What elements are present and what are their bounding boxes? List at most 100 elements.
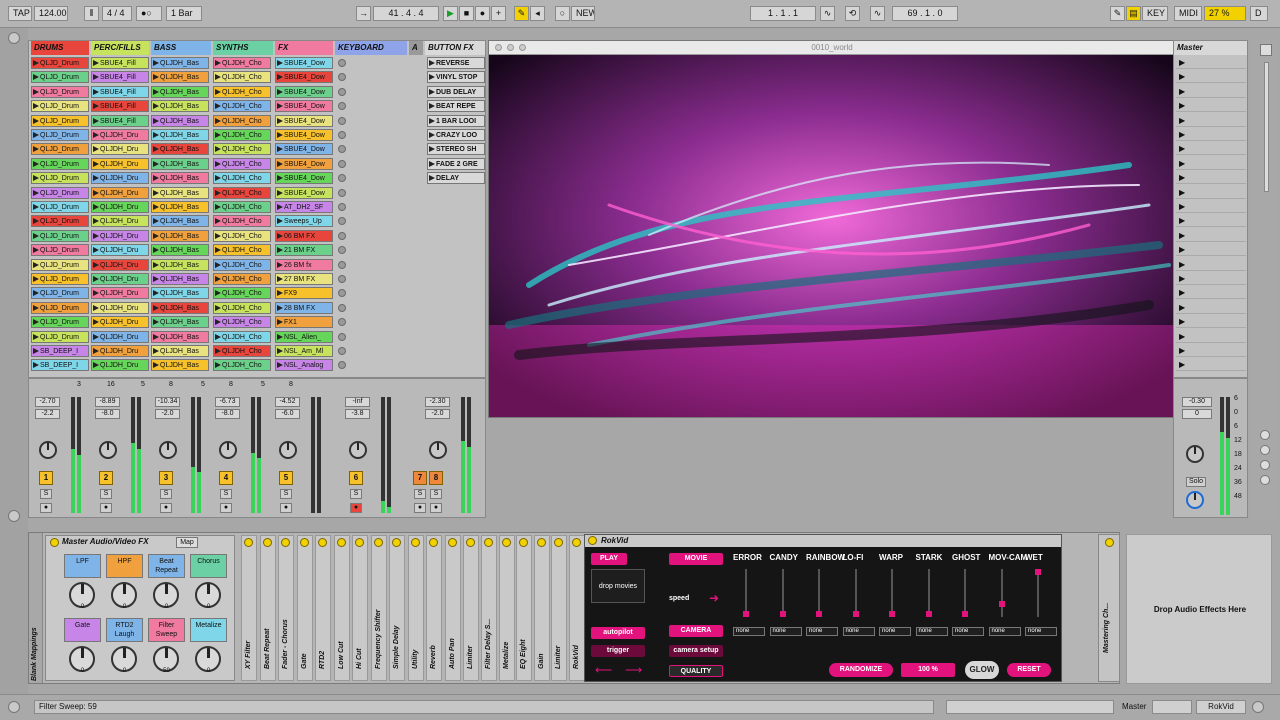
clip-slot[interactable]: QLJDH_Dru xyxy=(91,157,149,170)
session-record-icon[interactable]: ○ xyxy=(555,6,570,21)
effect-mode-select[interactable]: none xyxy=(769,627,802,636)
effect-slider[interactable] xyxy=(927,569,930,617)
device-power-icon[interactable] xyxy=(484,538,493,547)
scene-launch-icon[interactable]: ▶ xyxy=(1176,244,1246,257)
master-pan-knob[interactable] xyxy=(1186,445,1204,463)
clip-slot[interactable]: SBUE4_Fill xyxy=(91,100,149,113)
clip-slot[interactable]: QLJDH_Bas xyxy=(151,229,209,242)
clip-slot[interactable]: QLJDH_Bas xyxy=(151,273,209,285)
clip-slot[interactable]: QLJDH_Dru xyxy=(91,244,149,257)
empty-slot-icon[interactable] xyxy=(338,246,346,255)
sends-toggle-icon[interactable] xyxy=(1260,445,1270,455)
solo-button[interactable]: S xyxy=(100,489,112,499)
add-icon[interactable]: + xyxy=(491,6,506,21)
clip-slot[interactable]: QLJD_Drum xyxy=(31,330,89,343)
clip-slot[interactable]: QLJDH_Bas xyxy=(151,100,209,113)
empty-slot-icon[interactable] xyxy=(338,174,346,183)
clip-slot[interactable]: 21 BM FX xyxy=(275,244,333,257)
clip-slot[interactable]: SBUE4_Dow xyxy=(275,100,333,113)
scene-launch-icon[interactable]: ▶ xyxy=(1176,71,1246,84)
scene-launch-icon[interactable]: ▶ xyxy=(1176,115,1246,127)
scene-launch-icon[interactable]: ▶ xyxy=(1176,100,1246,113)
clip-slot[interactable]: QLJDH_Bas xyxy=(151,330,209,343)
pan-knob[interactable] xyxy=(349,441,367,459)
scene-launch-icon[interactable]: ▶ xyxy=(1176,158,1246,170)
clip-slot[interactable]: QLJDH_Dru xyxy=(91,186,149,199)
record-icon[interactable]: ● xyxy=(475,6,490,21)
mixer-toggle-icon[interactable] xyxy=(1260,475,1270,485)
clip-slot[interactable]: QLJD_Drum xyxy=(31,157,89,170)
view-toggle-icon[interactable] xyxy=(8,510,20,522)
track-activator-5[interactable]: 5 xyxy=(279,471,293,485)
effect-slider-thumb[interactable] xyxy=(889,611,895,617)
scene-launch-icon[interactable]: ▶ xyxy=(1176,316,1246,329)
track-activator-6[interactable]: 6 xyxy=(349,471,363,485)
clip-slot[interactable]: QLJDH_Cho xyxy=(213,157,271,170)
clip-slot[interactable]: QLJDH_Cho xyxy=(213,57,271,69)
clip-slot[interactable]: QLJDH_Dru xyxy=(91,316,149,329)
track-header-0[interactable]: DRUMS xyxy=(31,41,89,55)
randomize-button[interactable]: RANDOMIZE xyxy=(829,663,893,677)
map-button[interactable]: Map xyxy=(176,537,198,548)
device-power-icon[interactable] xyxy=(299,538,309,547)
scene-launch-icon[interactable]: ▶ xyxy=(1176,215,1246,228)
effect-mode-select[interactable]: none xyxy=(806,627,838,636)
tap-button[interactable]: TAP xyxy=(8,6,32,21)
hide-icon[interactable] xyxy=(1260,44,1272,56)
track-activator-3[interactable]: 3 xyxy=(159,471,173,485)
clip-slot[interactable]: QLJDH_Bas xyxy=(151,258,209,271)
button-fx-clip[interactable]: REVERSE xyxy=(427,57,485,69)
effect-slider-thumb[interactable] xyxy=(779,611,786,617)
clip-slot[interactable]: QLJDH_Cho xyxy=(213,345,271,357)
empty-slot-icon[interactable] xyxy=(338,217,346,226)
clip-slot[interactable]: QLJDH_Cho xyxy=(213,143,271,156)
clip-slot[interactable]: QLJDH_Cho xyxy=(213,258,271,271)
clip-slot[interactable]: QLJDH_Cho xyxy=(213,71,271,84)
returns-toggle-icon[interactable] xyxy=(1260,460,1270,470)
clip-slot[interactable]: QLJD_Drum xyxy=(31,129,89,141)
clip-slot[interactable]: QLJD_Drum xyxy=(31,85,89,98)
macro-label-7[interactable]: Metalize xyxy=(190,618,227,642)
clip-slot[interactable]: QLJDH_Dru xyxy=(91,287,149,300)
solo-button[interactable]: S xyxy=(430,489,442,499)
device-power-icon[interactable] xyxy=(519,538,528,547)
effect-mode-select[interactable]: none xyxy=(915,627,948,636)
track-activator-7[interactable]: 7 xyxy=(413,471,427,485)
arm-button[interactable]: ● xyxy=(100,503,112,513)
solo-button[interactable]: S xyxy=(350,489,362,499)
empty-slot-icon[interactable] xyxy=(338,87,346,96)
clip-slot[interactable]: QLJD_Drum xyxy=(31,258,89,271)
effect-mode-select[interactable]: none xyxy=(988,627,1021,636)
arm-button[interactable]: ● xyxy=(414,503,426,513)
clip-slot[interactable]: QLJDH_Bas xyxy=(151,287,209,300)
empty-slot-icon[interactable] xyxy=(338,102,346,111)
arm-button[interactable]: ● xyxy=(350,503,362,513)
clip-slot[interactable]: QLJDH_Bas xyxy=(151,316,209,329)
empty-slot-icon[interactable] xyxy=(338,73,346,82)
clip-slot[interactable]: QLJDH_Cho xyxy=(213,201,271,213)
empty-slot-icon[interactable] xyxy=(338,275,346,283)
master-volume[interactable]: -0.30 xyxy=(1182,397,1212,407)
macro-label-0[interactable]: LPF xyxy=(64,554,101,578)
clip-slot[interactable]: NSL_Alien_ xyxy=(275,330,333,343)
clip-slot[interactable]: NSL_Analog xyxy=(275,359,333,372)
draw-mode-icon[interactable]: ✎ xyxy=(1110,6,1125,21)
clip-slot[interactable]: SBUE4_Dow xyxy=(275,157,333,170)
clip-slot[interactable]: QLJDH_Cho xyxy=(213,129,271,141)
device-power-icon[interactable] xyxy=(571,538,581,547)
clip-slot[interactable]: 27 BM FX xyxy=(275,273,333,285)
overview-strip[interactable] xyxy=(946,700,1114,714)
clip-slot[interactable]: QLJDH_Dru xyxy=(91,215,149,228)
button-fx-clip[interactable]: FADE 2 GRE xyxy=(427,157,485,170)
clip-slot[interactable]: QLJD_Drum xyxy=(31,114,89,127)
scene-launch-icon[interactable]: ▶ xyxy=(1176,359,1246,372)
back-to-arrangement-icon[interactable]: ◂ xyxy=(530,6,545,21)
clip-slot[interactable]: AT_DH2_SF xyxy=(275,201,333,213)
button-fx-clip[interactable]: CRAZY LOO xyxy=(427,129,485,141)
scene-launch-icon[interactable]: ▶ xyxy=(1176,143,1246,156)
effect-slider-thumb[interactable] xyxy=(816,611,822,617)
loop-start-field[interactable]: 1 . 1 . 1 xyxy=(750,6,816,21)
clip-slot[interactable]: QLJDH_Cho xyxy=(213,359,271,372)
track-activator-4[interactable]: 4 xyxy=(219,471,233,485)
clip-slot[interactable]: QLJDH_Cho xyxy=(213,330,271,343)
